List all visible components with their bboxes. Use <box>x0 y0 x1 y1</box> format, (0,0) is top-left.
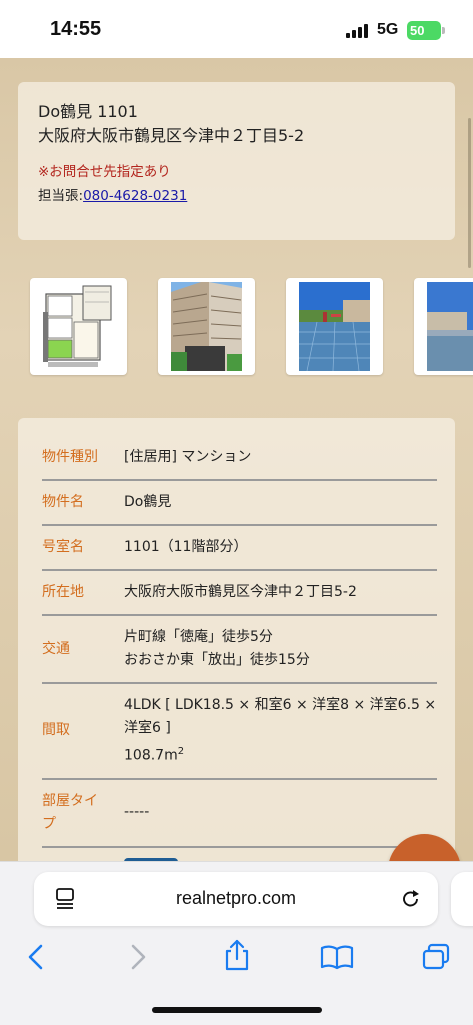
row-value: ----- <box>124 804 150 821</box>
table-row: 間取 4LDK [ LDK18.5 × 和室6 × 洋室8 × 洋室6.5 × … <box>42 684 437 780</box>
row-label: 所在地 <box>42 584 84 600</box>
access-line-2: おおさか東「放出」徒歩15分 <box>124 652 310 668</box>
table-row: 所在地 大阪府大阪市鶴見区今津中２丁目5-2 <box>42 571 437 616</box>
table-row: 物件名 Do鶴見 <box>42 481 437 526</box>
table-row: 部屋タイプ ----- <box>42 780 437 848</box>
url-text[interactable]: realnetpro.com <box>34 888 438 909</box>
table-row: 号室名 1101（11階部分） <box>42 526 437 571</box>
contact-phone-link[interactable]: 080-4628-0231 <box>83 188 187 204</box>
home-indicator <box>152 1007 322 1013</box>
floor-area-unit-exponent: 2 <box>177 746 185 757</box>
table-row: 状態 空室 <box>42 848 437 861</box>
next-tab-preview[interactable] <box>451 872 473 926</box>
battery-level: 50 <box>410 23 425 38</box>
details-table: 物件種別 [住居用] マンション 物件名 Do鶴見 号室名 1101（11階部分… <box>18 418 455 861</box>
row-value: Do鶴見 <box>124 494 172 510</box>
floor-area: 108.7m2 <box>124 740 437 768</box>
status-bar: 14:55 5G 50 <box>0 0 473 58</box>
floor-area-value: 108.7m <box>124 747 178 764</box>
table-row: 交通 片町線「徳庵」徒歩5分 おおさか東「放出」徒歩15分 <box>42 616 437 684</box>
row-value: 1101（11階部分） <box>124 539 248 555</box>
scrollbar[interactable] <box>468 118 471 268</box>
page-content[interactable]: Do鶴見 1101 大阪府大阪市鶴見区今津中２丁目5-2 ※お問合せ先指定あり … <box>0 58 473 861</box>
row-label: 間取 <box>42 722 70 739</box>
address-bar[interactable]: realnetpro.com <box>34 872 438 926</box>
inquiry-note: ※お問合せ先指定あり <box>38 164 171 180</box>
row-label: 物件名 <box>42 494 84 510</box>
thumb-building[interactable] <box>158 278 255 375</box>
exterior-photo <box>427 282 473 371</box>
share-icon[interactable] <box>222 938 252 972</box>
battery-icon: 50 <box>407 21 445 40</box>
cellular-signal-icon <box>346 24 368 38</box>
row-value: 4LDK [ LDK18.5 × 和室6 × 洋室8 × 洋室6.5 × 洋室6… <box>124 684 437 778</box>
row-value: [住居用] マンション <box>124 449 252 465</box>
property-info-card: Do鶴見 1101 大阪府大阪市鶴見区今津中２丁目5-2 ※お問合せ先指定あり … <box>18 82 455 240</box>
thumb-courtyard[interactable] <box>286 278 383 375</box>
property-address: 大阪府大阪市鶴見区今津中２丁目5-2 <box>38 126 305 145</box>
row-label: 号室名 <box>42 539 84 555</box>
bookmarks-icon[interactable] <box>320 944 354 970</box>
row-value: 大阪府大阪市鶴見区今津中２丁目5-2 <box>124 584 357 600</box>
forward-icon[interactable] <box>128 942 148 972</box>
thumb-exterior[interactable] <box>414 278 473 375</box>
contact-label: 担当張: <box>38 188 84 204</box>
row-value: 片町線「徳庵」徒歩5分 おおさか東「放出」徒歩15分 <box>124 616 437 682</box>
tabs-icon[interactable] <box>420 942 452 972</box>
image-gallery[interactable] <box>30 278 473 375</box>
row-label: 状態 <box>42 848 124 862</box>
browser-toolbar: realnetpro.com <box>0 861 473 1025</box>
network-type: 5G <box>377 21 399 38</box>
layout-detail: 4LDK [ LDK18.5 × 和室6 × 洋室8 × 洋室6.5 × 洋室6… <box>124 697 437 736</box>
row-label: 物件種別 <box>42 449 98 465</box>
thumb-floor-plan[interactable] <box>30 278 127 375</box>
courtyard-photo <box>299 282 370 371</box>
reload-icon[interactable] <box>400 887 422 911</box>
row-label: 部屋タイプ <box>42 792 98 832</box>
back-icon[interactable] <box>26 942 46 972</box>
status-time: 14:55 <box>50 18 102 40</box>
access-line-1: 片町線「徳庵」徒歩5分 <box>124 629 273 645</box>
contact-line: 担当張:080-4628-0231 <box>38 186 435 206</box>
floor-plan-image <box>43 282 114 371</box>
building-photo <box>171 282 242 371</box>
row-label: 交通 <box>42 640 70 657</box>
property-name: Do鶴見 1101 <box>38 102 138 121</box>
table-row: 物件種別 [住居用] マンション <box>42 436 437 481</box>
